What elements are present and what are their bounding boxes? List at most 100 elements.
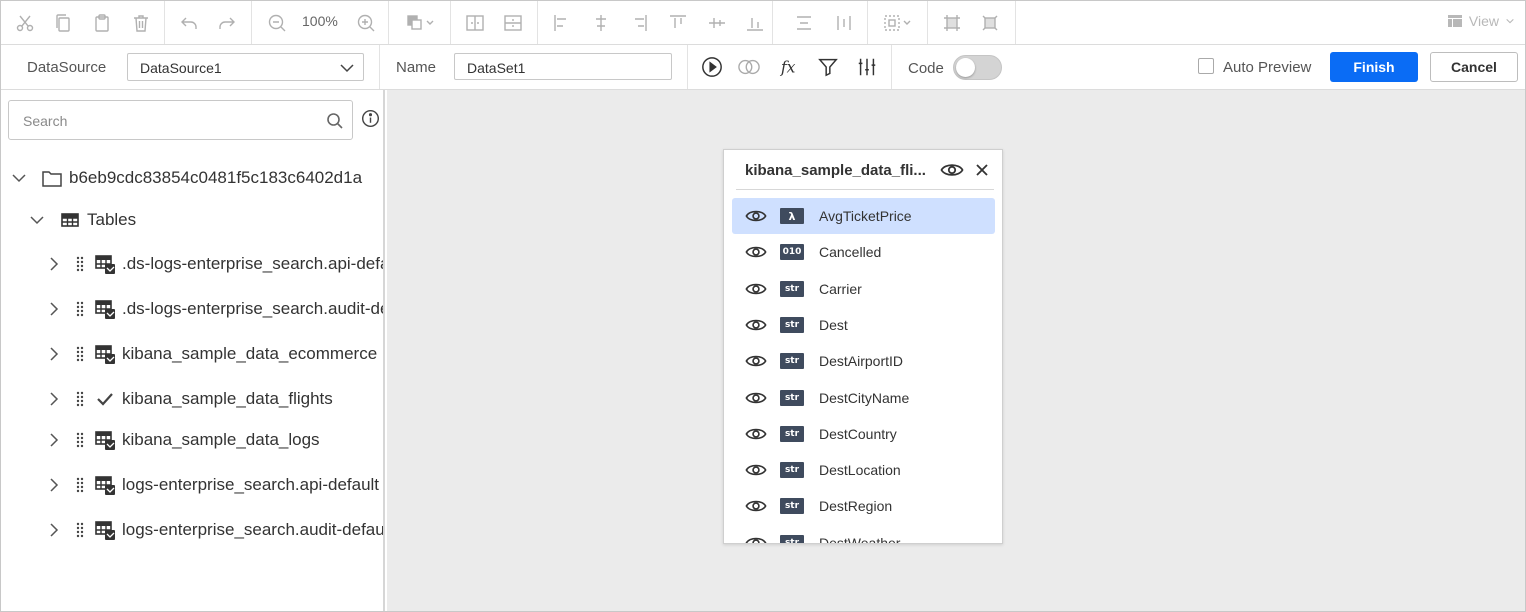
- eye-icon[interactable]: [940, 158, 964, 182]
- column-insert-icon[interactable]: [461, 9, 489, 37]
- close-icon[interactable]: [974, 162, 990, 178]
- table-node[interactable]: logs-enterprise_search.api-default: [46, 470, 379, 500]
- data-explorer-panel: Search b6eb9cdc83854c0481f5c183c6402d1a …: [1, 90, 385, 611]
- eye-icon[interactable]: [744, 387, 768, 409]
- divider: [687, 45, 688, 89]
- order-dropdown-icon[interactable]: [401, 9, 441, 37]
- table-node[interactable]: logs-enterprise_search.audit-default: [46, 515, 383, 545]
- eye-icon[interactable]: [744, 278, 768, 300]
- eye-icon[interactable]: [744, 241, 768, 263]
- table-node[interactable]: .ds-logs-enterprise_search.audit-default: [46, 294, 383, 324]
- drag-handle-icon[interactable]: [76, 477, 84, 493]
- chevron-right-icon[interactable]: [46, 256, 62, 272]
- datasource-value: DataSource1: [140, 60, 222, 76]
- align-middle-icon[interactable]: [703, 9, 731, 37]
- field-row[interactable]: λ AvgTicketPrice: [732, 198, 995, 234]
- eye-icon[interactable]: [744, 205, 768, 227]
- code-toggle[interactable]: [953, 55, 1002, 80]
- eye-icon[interactable]: [744, 495, 768, 517]
- field-row[interactable]: str DestLocation: [732, 452, 995, 488]
- chevron-down-icon[interactable]: [29, 212, 45, 228]
- chevron-right-icon[interactable]: [46, 432, 62, 448]
- search-icon[interactable]: [326, 112, 344, 130]
- chevron-right-icon[interactable]: [46, 522, 62, 538]
- search-input[interactable]: Search: [8, 100, 353, 140]
- root-label: b6eb9cdc83854c0481f5c183c6402d1a: [69, 168, 363, 187]
- cancel-button[interactable]: Cancel: [1430, 52, 1518, 82]
- field-row[interactable]: str Dest: [732, 307, 995, 343]
- align-top-icon[interactable]: [664, 9, 692, 37]
- tree-tables-node[interactable]: Tables: [29, 205, 136, 235]
- eye-icon[interactable]: [744, 532, 768, 544]
- chevron-right-icon[interactable]: [46, 477, 62, 493]
- drag-handle-icon[interactable]: [76, 256, 84, 272]
- run-query-icon[interactable]: [700, 55, 724, 79]
- redo-icon[interactable]: [213, 9, 241, 37]
- chevron-right-icon[interactable]: [46, 391, 62, 407]
- field-name: AvgTicketPrice: [819, 208, 912, 224]
- field-row[interactable]: str DestCityName: [732, 380, 995, 416]
- field-row[interactable]: 010 Cancelled: [732, 234, 995, 270]
- copy-icon[interactable]: [49, 9, 77, 37]
- field-row[interactable]: str DestWeather: [732, 525, 995, 544]
- field-type-badge: str: [780, 534, 804, 543]
- chevron-right-icon[interactable]: [46, 346, 62, 362]
- field-row[interactable]: str DestRegion: [732, 488, 995, 524]
- align-bottom-icon[interactable]: [741, 9, 769, 37]
- table-node-label: kibana_sample_data_ecommerce: [122, 344, 378, 363]
- field-row[interactable]: str DestCountry: [732, 416, 995, 452]
- table-node[interactable]: kibana_sample_data_ecommerce: [46, 339, 377, 369]
- row-insert-icon[interactable]: [499, 9, 527, 37]
- undo-icon[interactable]: [175, 9, 203, 37]
- datasource-dropdown[interactable]: DataSource1: [127, 53, 364, 81]
- eye-icon[interactable]: [744, 314, 768, 336]
- chevron-down-icon[interactable]: [11, 170, 27, 186]
- dataset-name-input[interactable]: DataSet1: [454, 53, 672, 80]
- table-node[interactable]: kibana_sample_data_flights: [46, 384, 333, 414]
- zoom-in-icon[interactable]: [352, 9, 380, 37]
- paste-icon[interactable]: [88, 9, 116, 37]
- cut-icon[interactable]: [11, 9, 39, 37]
- table-card-header: kibana_sample_data_fli...: [736, 150, 994, 190]
- drag-handle-icon[interactable]: [76, 346, 84, 362]
- filter-icon[interactable]: [816, 55, 840, 79]
- table-node[interactable]: kibana_sample_data_logs: [46, 425, 320, 455]
- divider: [891, 45, 892, 89]
- align-right-icon[interactable]: [625, 9, 653, 37]
- field-row[interactable]: str DestAirportID: [732, 343, 995, 379]
- auto-preview-checkbox[interactable]: [1198, 58, 1214, 74]
- join-icon[interactable]: [737, 55, 761, 79]
- align-center-icon[interactable]: [587, 9, 615, 37]
- expression-icon[interactable]: fx: [778, 55, 802, 79]
- view-dropdown[interactable]: View: [1447, 13, 1515, 29]
- drag-handle-icon[interactable]: [76, 432, 84, 448]
- select-all-dropdown-icon[interactable]: [878, 9, 918, 37]
- zoom-out-icon[interactable]: [263, 9, 291, 37]
- settings-sliders-icon[interactable]: [855, 55, 879, 79]
- tree-root[interactable]: b6eb9cdc83854c0481f5c183c6402d1a: [11, 163, 362, 193]
- table-node[interactable]: .ds-logs-enterprise_search.api-default: [46, 249, 383, 279]
- eye-icon[interactable]: [744, 350, 768, 372]
- zoom-level[interactable]: 100%: [302, 13, 338, 29]
- table-node-label: logs-enterprise_search.api-default: [122, 475, 380, 494]
- table-card[interactable]: kibana_sample_data_fli... λ AvgTicketPric…: [723, 149, 1003, 544]
- eye-icon[interactable]: [744, 459, 768, 481]
- eye-icon[interactable]: [744, 423, 768, 445]
- finish-button[interactable]: Finish: [1330, 52, 1418, 82]
- fit-width-icon[interactable]: [938, 9, 966, 37]
- delete-icon[interactable]: [127, 9, 155, 37]
- chevron-right-icon[interactable]: [46, 301, 62, 317]
- query-designer: 100% View DataSource DataSource1 Name Da…: [0, 0, 1526, 612]
- fit-size-icon[interactable]: [976, 9, 1004, 37]
- field-row[interactable]: str Carrier: [732, 271, 995, 307]
- drag-handle-icon[interactable]: [76, 301, 84, 317]
- table-icon: [95, 345, 115, 364]
- drag-handle-icon[interactable]: [76, 391, 84, 407]
- info-icon[interactable]: [361, 109, 380, 128]
- distribute-group: [773, 1, 868, 44]
- distribute-horizontal-icon[interactable]: [830, 9, 858, 37]
- align-left-icon[interactable]: [548, 9, 576, 37]
- toggle-knob: [956, 58, 975, 77]
- distribute-vertical-icon[interactable]: [790, 9, 818, 37]
- drag-handle-icon[interactable]: [76, 522, 84, 538]
